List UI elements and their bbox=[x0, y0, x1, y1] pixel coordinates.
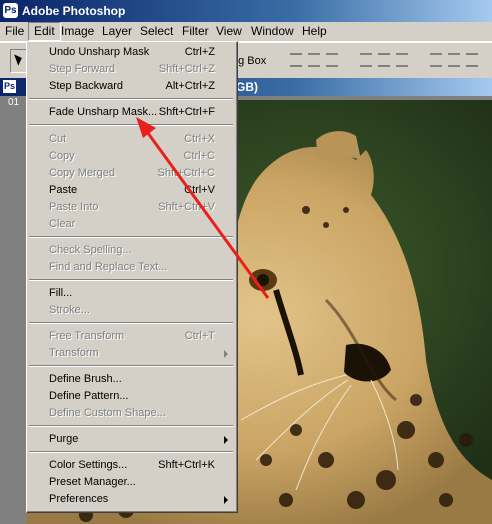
move-tool-icon bbox=[14, 52, 24, 66]
menu-item-label: Clear bbox=[49, 218, 76, 230]
menu-item-clear: Clear bbox=[27, 216, 235, 233]
menu-item-label: Paste bbox=[49, 184, 78, 196]
menu-item-label: Check Spelling... bbox=[49, 244, 132, 256]
menu-view[interactable]: View bbox=[211, 22, 247, 41]
menu-item-copy: Copy Ctrl+C bbox=[27, 148, 235, 165]
menu-item-label: Define Custom Shape... bbox=[49, 407, 166, 419]
menu-window[interactable]: Window bbox=[246, 22, 299, 41]
app-title: Adobe Photoshop bbox=[22, 4, 126, 18]
menu-item-shortcut: Ctrl+X bbox=[184, 133, 215, 145]
edit-menu: Undo Unsharp Mask Ctrl+Z Step Forward Sh… bbox=[26, 41, 238, 513]
menu-item-label: Find and Replace Text... bbox=[49, 261, 168, 273]
photoshop-icon: Ps bbox=[3, 3, 18, 18]
menu-item-label: Step Backward bbox=[49, 80, 123, 92]
menu-item-paste[interactable]: Paste Ctrl+V bbox=[27, 182, 235, 199]
menu-separator bbox=[29, 279, 233, 281]
menu-item-check-spelling: Check Spelling... bbox=[27, 242, 235, 259]
menu-item-shortcut: Shft+Ctrl+C bbox=[157, 167, 215, 179]
menu-separator bbox=[29, 236, 233, 238]
menu-separator bbox=[29, 451, 233, 453]
menu-separator bbox=[29, 98, 233, 100]
menu-item-label: Purge bbox=[49, 433, 79, 445]
menu-separator bbox=[29, 365, 233, 367]
menu-item-step-forward: Step Forward Shft+Ctrl+Z bbox=[27, 61, 235, 78]
menu-file[interactable]: File bbox=[0, 22, 29, 41]
menu-item-label: Transform bbox=[49, 347, 99, 359]
align-buttons[interactable] bbox=[290, 53, 344, 67]
menu-item-shortcut: Shft+Ctrl+K bbox=[158, 459, 215, 471]
app-title-bar: Ps Adobe Photoshop bbox=[0, 0, 492, 22]
ruler-label: 01 bbox=[8, 97, 20, 108]
menu-item-label: Stroke... bbox=[49, 304, 90, 316]
menu-item-shortcut: Ctrl+V bbox=[184, 184, 215, 196]
menu-item-transform: Transform bbox=[27, 345, 235, 362]
menu-item-shortcut: Shft+Ctrl+Z bbox=[158, 63, 215, 75]
menu-item-purge[interactable]: Purge bbox=[27, 431, 235, 448]
menu-filter[interactable]: Filter bbox=[177, 22, 214, 41]
menu-item-fade-unsharp-mask[interactable]: Fade Unsharp Mask... Shft+Ctrl+F bbox=[27, 104, 235, 121]
menu-item-define-custom-shape: Define Custom Shape... bbox=[27, 405, 235, 422]
menu-item-stroke: Stroke... bbox=[27, 302, 235, 319]
menu-select[interactable]: Select bbox=[135, 22, 178, 41]
menu-item-paste-into: Paste Into Shft+Ctrl+V bbox=[27, 199, 235, 216]
distribute-buttons[interactable] bbox=[360, 53, 414, 67]
menu-item-step-backward[interactable]: Step Backward Alt+Ctrl+Z bbox=[27, 78, 235, 95]
document-icon: Ps bbox=[3, 80, 16, 93]
menu-item-label: Paste Into bbox=[49, 201, 99, 213]
menu-item-copy-merged: Copy Merged Shft+Ctrl+C bbox=[27, 165, 235, 182]
submenu-arrow-icon bbox=[224, 436, 228, 444]
menu-item-label: Copy bbox=[49, 150, 75, 162]
menu-layer[interactable]: Layer bbox=[97, 22, 137, 41]
menu-item-shortcut: Ctrl+T bbox=[184, 330, 215, 342]
menu-item-color-settings[interactable]: Color Settings... Shft+Ctrl+K bbox=[27, 457, 235, 474]
menu-item-shortcut: Shft+Ctrl+F bbox=[158, 106, 215, 118]
menu-item-label: Preset Manager... bbox=[49, 476, 136, 488]
menu-item-define-pattern[interactable]: Define Pattern... bbox=[27, 388, 235, 405]
menu-help[interactable]: Help bbox=[297, 22, 332, 41]
menu-item-find-and-replace-text: Find and Replace Text... bbox=[27, 259, 235, 276]
menu-item-shortcut: Ctrl+C bbox=[183, 150, 215, 162]
submenu-arrow-icon bbox=[224, 350, 228, 358]
menu-item-label: Define Pattern... bbox=[49, 390, 129, 402]
menu-item-fill[interactable]: Fill... bbox=[27, 285, 235, 302]
menu-item-preset-manager[interactable]: Preset Manager... bbox=[27, 474, 235, 491]
menu-image[interactable]: Image bbox=[56, 22, 99, 41]
menu-item-define-brush[interactable]: Define Brush... bbox=[27, 371, 235, 388]
menu-item-label: Free Transform bbox=[49, 330, 125, 342]
menu-item-label: Fill... bbox=[49, 287, 73, 299]
menu-separator bbox=[29, 322, 233, 324]
menu-item-cut: Cut Ctrl+X bbox=[27, 131, 235, 148]
menu-item-label: Cut bbox=[49, 133, 67, 145]
menu-item-label: Preferences bbox=[49, 493, 109, 505]
menu-separator bbox=[29, 124, 233, 126]
menu-item-shortcut: Shft+Ctrl+V bbox=[158, 201, 215, 213]
menu-item-label: Define Brush... bbox=[49, 373, 122, 385]
document-title: GB) bbox=[236, 80, 258, 94]
menu-item-label: Color Settings... bbox=[49, 459, 128, 471]
menu-item-preferences[interactable]: Preferences bbox=[27, 491, 235, 508]
menu-item-label: Step Forward bbox=[49, 63, 116, 75]
menu-item-label: Undo Unsharp Mask bbox=[49, 46, 150, 58]
menu-bar: File Edit Image Layer Select Filter View… bbox=[0, 22, 492, 42]
menu-item-free-transform: Free Transform Ctrl+T bbox=[27, 328, 235, 345]
submenu-arrow-icon bbox=[224, 496, 228, 504]
menu-item-undo-unsharp-mask[interactable]: Undo Unsharp Mask Ctrl+Z bbox=[27, 44, 235, 61]
menu-item-shortcut: Alt+Ctrl+Z bbox=[165, 80, 215, 92]
menu-item-label: Copy Merged bbox=[49, 167, 116, 179]
menu-separator bbox=[29, 425, 233, 427]
menu-item-shortcut: Ctrl+Z bbox=[184, 46, 215, 58]
menu-item-label: Fade Unsharp Mask... bbox=[49, 106, 158, 118]
distribute-buttons-2[interactable] bbox=[430, 53, 484, 67]
